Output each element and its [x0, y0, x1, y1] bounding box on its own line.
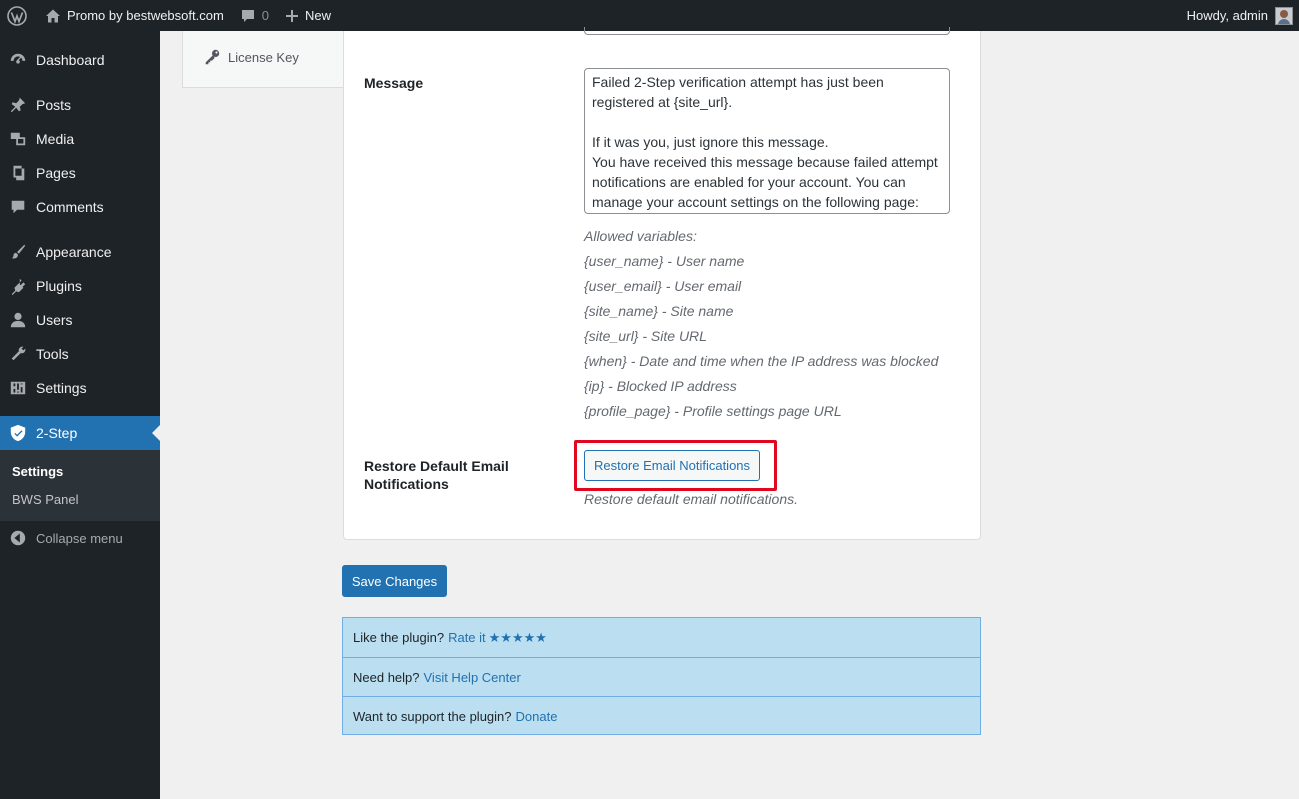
save-changes-button[interactable]: Save Changes: [342, 565, 447, 597]
sidebar-item-label: Pages: [36, 165, 76, 181]
comment-icon: [240, 8, 256, 24]
avatar: [1275, 6, 1293, 25]
howdy-text: Howdy, admin: [1186, 8, 1268, 23]
comment-count: 0: [261, 8, 270, 23]
plugin-info-box: Like the plugin? Rate it ★★★★★ Need help…: [342, 617, 981, 735]
sidebar-item-2-step[interactable]: 2-Step: [0, 416, 160, 450]
sidebar-item-label: Appearance: [36, 244, 112, 260]
user-icon: [0, 311, 36, 329]
help-center-link[interactable]: Visit Help Center: [424, 670, 521, 685]
admin-sidebar: Dashboard Posts Media Pages Comments App…: [0, 31, 160, 799]
sidebar-item-dashboard[interactable]: Dashboard: [0, 43, 160, 77]
sidebar-item-settings[interactable]: Settings: [0, 371, 160, 405]
sidebar-item-media[interactable]: Media: [0, 122, 160, 156]
variable-item: {site_url} - Site URL: [584, 328, 707, 344]
allowed-variables-heading: Allowed variables:: [584, 228, 697, 244]
variable-item: {site_name} - Site name: [584, 303, 734, 319]
sidebar-item-label: Users: [36, 312, 73, 328]
my-account[interactable]: Howdy, admin: [1187, 0, 1299, 31]
home-icon: [45, 8, 61, 24]
variable-item: {ip} - Blocked IP address: [584, 378, 737, 394]
sidebar-item-label: Settings: [36, 380, 87, 396]
rate-link[interactable]: Rate it: [448, 630, 486, 645]
sidebar-item-users[interactable]: Users: [0, 303, 160, 337]
restore-notifications-label: Restore Default Email Notifications: [364, 458, 509, 492]
message-label: Message: [364, 75, 424, 91]
key-icon: [205, 49, 220, 65]
tab-label: License Key: [228, 49, 299, 65]
new-label: New: [305, 8, 332, 23]
variable-item: {profile_page} - Profile settings page U…: [584, 403, 842, 419]
sidebar-item-label: 2-Step: [36, 425, 78, 441]
settings-tabs: License Key: [182, 31, 344, 88]
variable-item: {user_name} - User name: [584, 253, 745, 269]
help-text: Need help?: [353, 669, 420, 685]
sidebar-item-tools[interactable]: Tools: [0, 337, 160, 371]
pin-icon: [0, 96, 36, 114]
sidebar-item-label: Comments: [36, 199, 104, 215]
wrench-icon: [0, 345, 36, 363]
support-row: Want to support the plugin? Donate: [343, 696, 980, 735]
sidebar-item-appearance[interactable]: Appearance: [0, 235, 160, 269]
sidebar-item-label: Media: [36, 131, 75, 147]
help-row: Need help? Visit Help Center: [343, 657, 980, 696]
sidebar-item-posts[interactable]: Posts: [0, 88, 160, 122]
comments-link[interactable]: 0: [232, 0, 277, 31]
comment-icon: [0, 198, 36, 216]
brush-icon: [0, 243, 36, 261]
sidebar-submenu: Settings BWS Panel: [0, 450, 160, 521]
site-name: Promo by bestwebsoft.com: [67, 8, 224, 23]
sliders-icon: [0, 379, 36, 397]
pages-icon: [0, 164, 36, 182]
dashboard-icon: [0, 51, 36, 69]
rate-row: Like the plugin? Rate it ★★★★★: [343, 618, 980, 657]
shield-icon: [0, 424, 36, 442]
variable-item: {user_email} - User email: [584, 278, 742, 294]
sidebar-item-comments[interactable]: Comments: [0, 190, 160, 224]
message-textarea[interactable]: Failed 2-Step verification attempt has j…: [584, 68, 950, 214]
sidebar-item-pages[interactable]: Pages: [0, 156, 160, 190]
rate-text: Like the plugin?: [353, 630, 445, 645]
collapse-arrow-icon: [0, 529, 36, 547]
restore-email-notifications-button[interactable]: Restore Email Notifications: [584, 450, 760, 481]
sidebar-item-label: Tools: [36, 346, 69, 362]
wordpress-icon: [7, 5, 27, 26]
sidebar-item-label: Dashboard: [36, 52, 105, 68]
new-content-link[interactable]: New: [277, 0, 339, 31]
variable-item: {when} - Date and time when the IP addre…: [584, 353, 939, 369]
settings-panel: Message Failed 2-Step verification attem…: [343, 27, 981, 540]
submenu-item-bws-panel[interactable]: BWS Panel: [12, 492, 78, 507]
collapse-menu-label: Collapse menu: [36, 530, 123, 546]
media-icon: [0, 130, 36, 148]
sidebar-item-label: Posts: [36, 97, 72, 113]
restore-description: Restore default email notifications.: [584, 491, 798, 507]
wordpress-logo[interactable]: [0, 0, 37, 31]
support-text: Want to support the plugin?: [353, 708, 512, 724]
submenu-item-settings[interactable]: Settings: [12, 464, 63, 479]
donate-link[interactable]: Donate: [516, 709, 558, 724]
tab-license-key[interactable]: License Key: [203, 48, 299, 66]
site-name-link[interactable]: Promo by bestwebsoft.com: [37, 0, 232, 31]
sidebar-item-label: Plugins: [36, 278, 82, 294]
star-rating-icon[interactable]: ★★★★★: [489, 630, 547, 646]
sidebar-item-plugins[interactable]: Plugins: [0, 269, 160, 303]
collapse-menu-button[interactable]: Collapse menu: [0, 521, 160, 555]
plus-icon: [285, 9, 299, 23]
previous-field-edge[interactable]: [584, 27, 950, 35]
plug-icon: [0, 277, 36, 295]
